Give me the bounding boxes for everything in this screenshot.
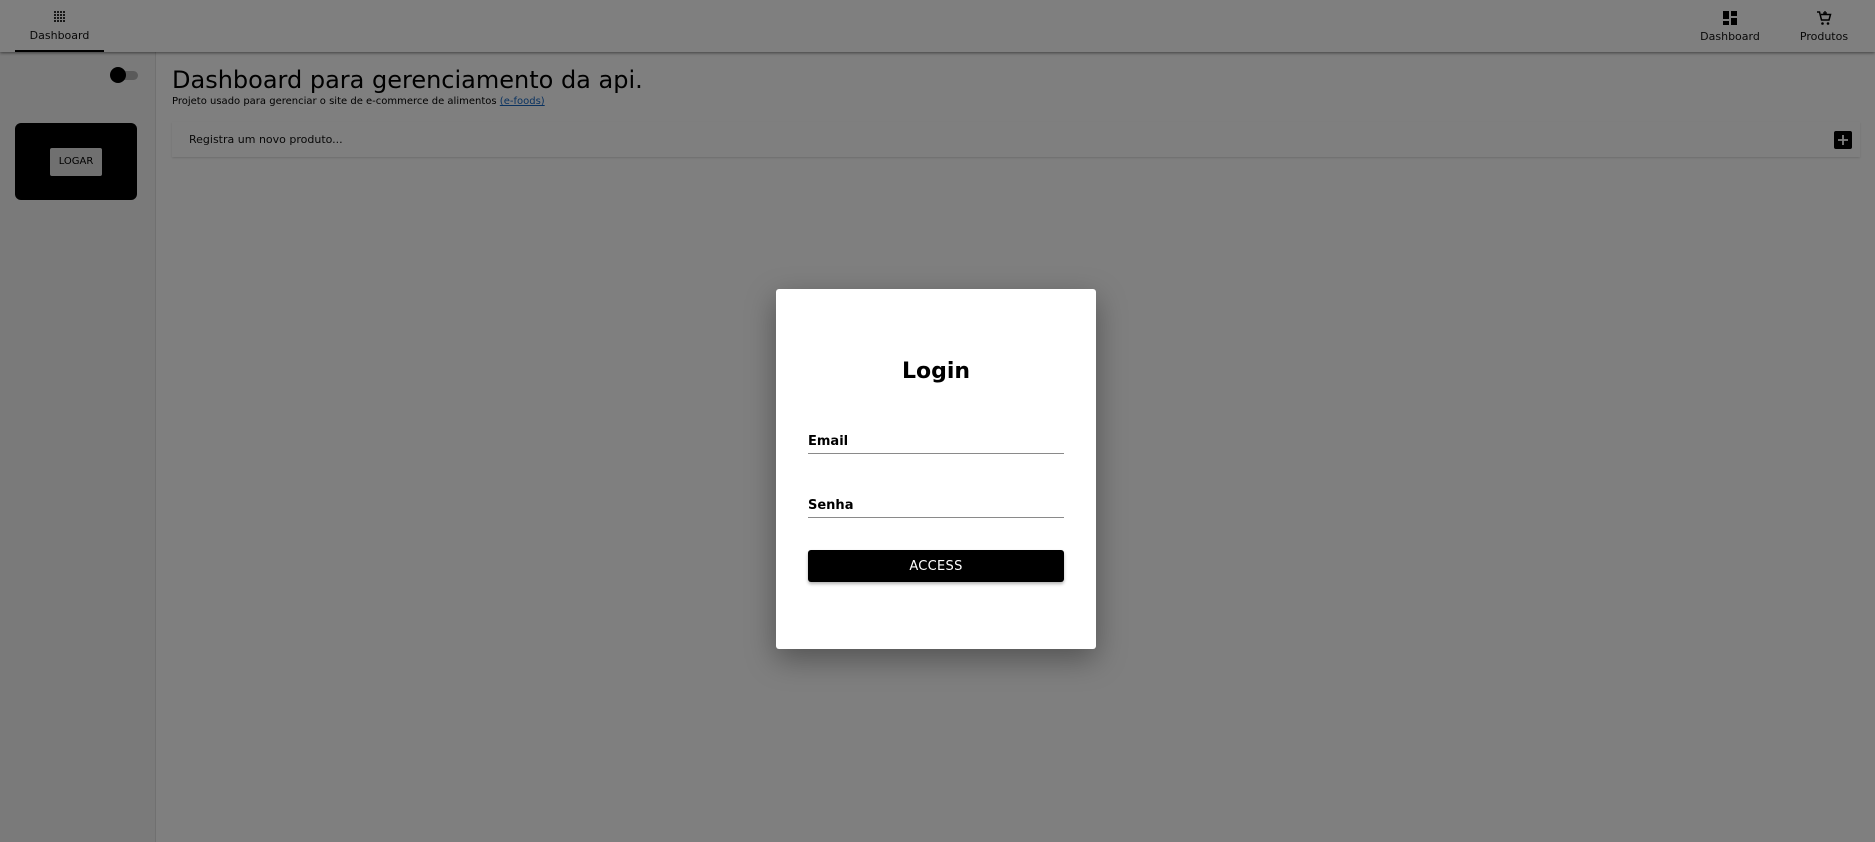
app-root: Dashboard Dashboard Produtos (0, 0, 1875, 842)
modal-title: Login (901, 359, 971, 384)
login-modal: Login Email Senha ACCESS (776, 289, 1096, 649)
senha-field[interactable]: Senha (808, 494, 1064, 518)
senha-input[interactable] (808, 494, 1064, 517)
access-button[interactable]: ACCESS (808, 550, 1064, 582)
email-input[interactable] (808, 430, 1064, 453)
email-field[interactable]: Email (808, 430, 1064, 454)
